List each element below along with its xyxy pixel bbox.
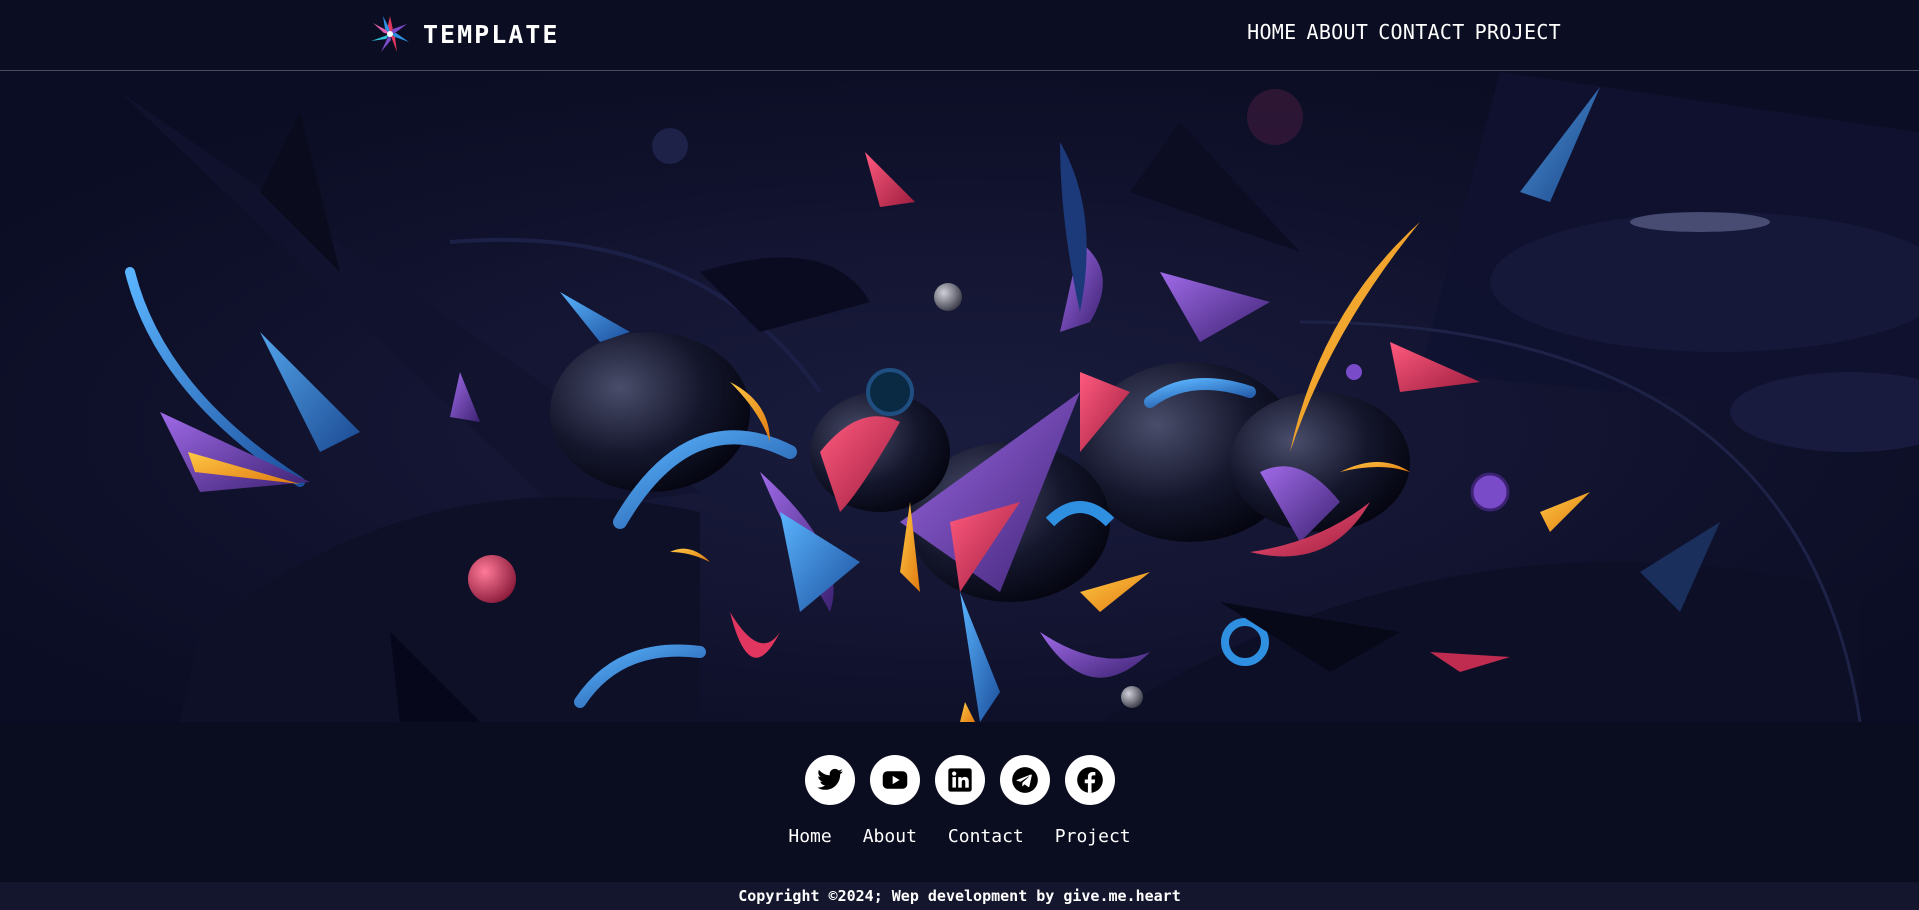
site-header: TEMPLATE HOME ABOUT CONTACT PROJECT [0,0,1919,71]
facebook-link[interactable] [1064,755,1115,805]
telegram-icon [1011,767,1038,793]
nav-item-contact: CONTACT [1378,20,1464,44]
nav-item-project: PROJECT [1475,20,1561,44]
footer-link-home[interactable]: Home [788,826,831,847]
youtube-link[interactable] [869,755,920,805]
hero-section [0,72,1919,722]
brand-logo-link[interactable]: TEMPLATE [369,14,559,54]
linkedin-icon [947,768,972,792]
abstract-3d-shapes-hero-image [0,72,1919,722]
footer-link-project[interactable]: Project [1055,826,1131,847]
copyright-bar: Copyright ©2024; Wep development by give… [0,882,1919,910]
page: TEMPLATE HOME ABOUT CONTACT PROJECT Home… [0,0,1919,910]
social-links [0,755,1919,805]
main-nav: HOME ABOUT CONTACT PROJECT [1247,20,1561,44]
star-burst-logo-icon [371,16,409,52]
nav-item-home: HOME [1247,20,1296,44]
footer-link-about[interactable]: About [863,826,917,847]
nav-link-project[interactable]: PROJECT [1475,20,1561,44]
linkedin-link[interactable] [934,755,985,805]
nav-link-about[interactable]: ABOUT [1307,20,1369,44]
copyright-text: Copyright ©2024; Wep development by give… [738,887,1181,905]
footer-item-home: Home [788,826,831,847]
youtube-icon [882,771,907,789]
nav-link-home[interactable]: HOME [1247,20,1296,44]
footer-nav: Home About Contact Project [0,826,1919,847]
site-footer: Home About Contact Project [0,722,1919,882]
footer-item-project: Project [1055,826,1131,847]
telegram-link[interactable] [999,755,1050,805]
footer-item-about: About [863,826,917,847]
footer-item-contact: Contact [948,826,1024,847]
footer-link-contact[interactable]: Contact [948,826,1024,847]
twitter-link[interactable] [804,755,855,805]
brand-name: TEMPLATE [423,19,560,49]
twitter-icon [816,768,843,790]
facebook-icon [1076,767,1103,793]
nav-link-contact[interactable]: CONTACT [1378,20,1464,44]
nav-item-about: ABOUT [1307,20,1369,44]
